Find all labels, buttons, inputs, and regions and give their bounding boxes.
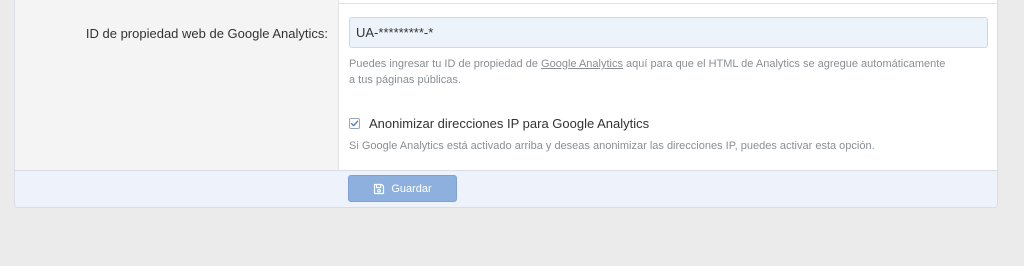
anonymize-ip-label[interactable]: Anonimizar direcciones IP para Google An… bbox=[369, 116, 649, 131]
ga-help-text: Puedes ingresar tu ID de propiedad de Go… bbox=[349, 56, 949, 88]
check-icon bbox=[350, 120, 359, 127]
ga-property-label: ID de propiedad web de Google Analytics: bbox=[85, 26, 328, 41]
label-column: ID de propiedad web de Google Analytics: bbox=[15, 0, 339, 170]
save-button-label: Guardar bbox=[391, 182, 432, 195]
ga-help-prefix: Puedes ingresar tu ID de propiedad de bbox=[349, 58, 542, 70]
divider bbox=[339, 3, 997, 4]
save-button[interactable]: Guardar bbox=[348, 175, 457, 202]
ga-property-input[interactable] bbox=[349, 17, 988, 48]
google-analytics-link[interactable]: Google Analytics bbox=[541, 58, 623, 70]
floppy-disk-icon bbox=[374, 183, 385, 194]
settings-panel: ID de propiedad web de Google Analytics:… bbox=[14, 0, 998, 208]
form-footer: Guardar bbox=[15, 170, 997, 207]
anonymize-ip-checkbox[interactable] bbox=[349, 118, 360, 129]
anonymize-help-text: Si Google Analytics está activado arriba… bbox=[349, 140, 875, 152]
